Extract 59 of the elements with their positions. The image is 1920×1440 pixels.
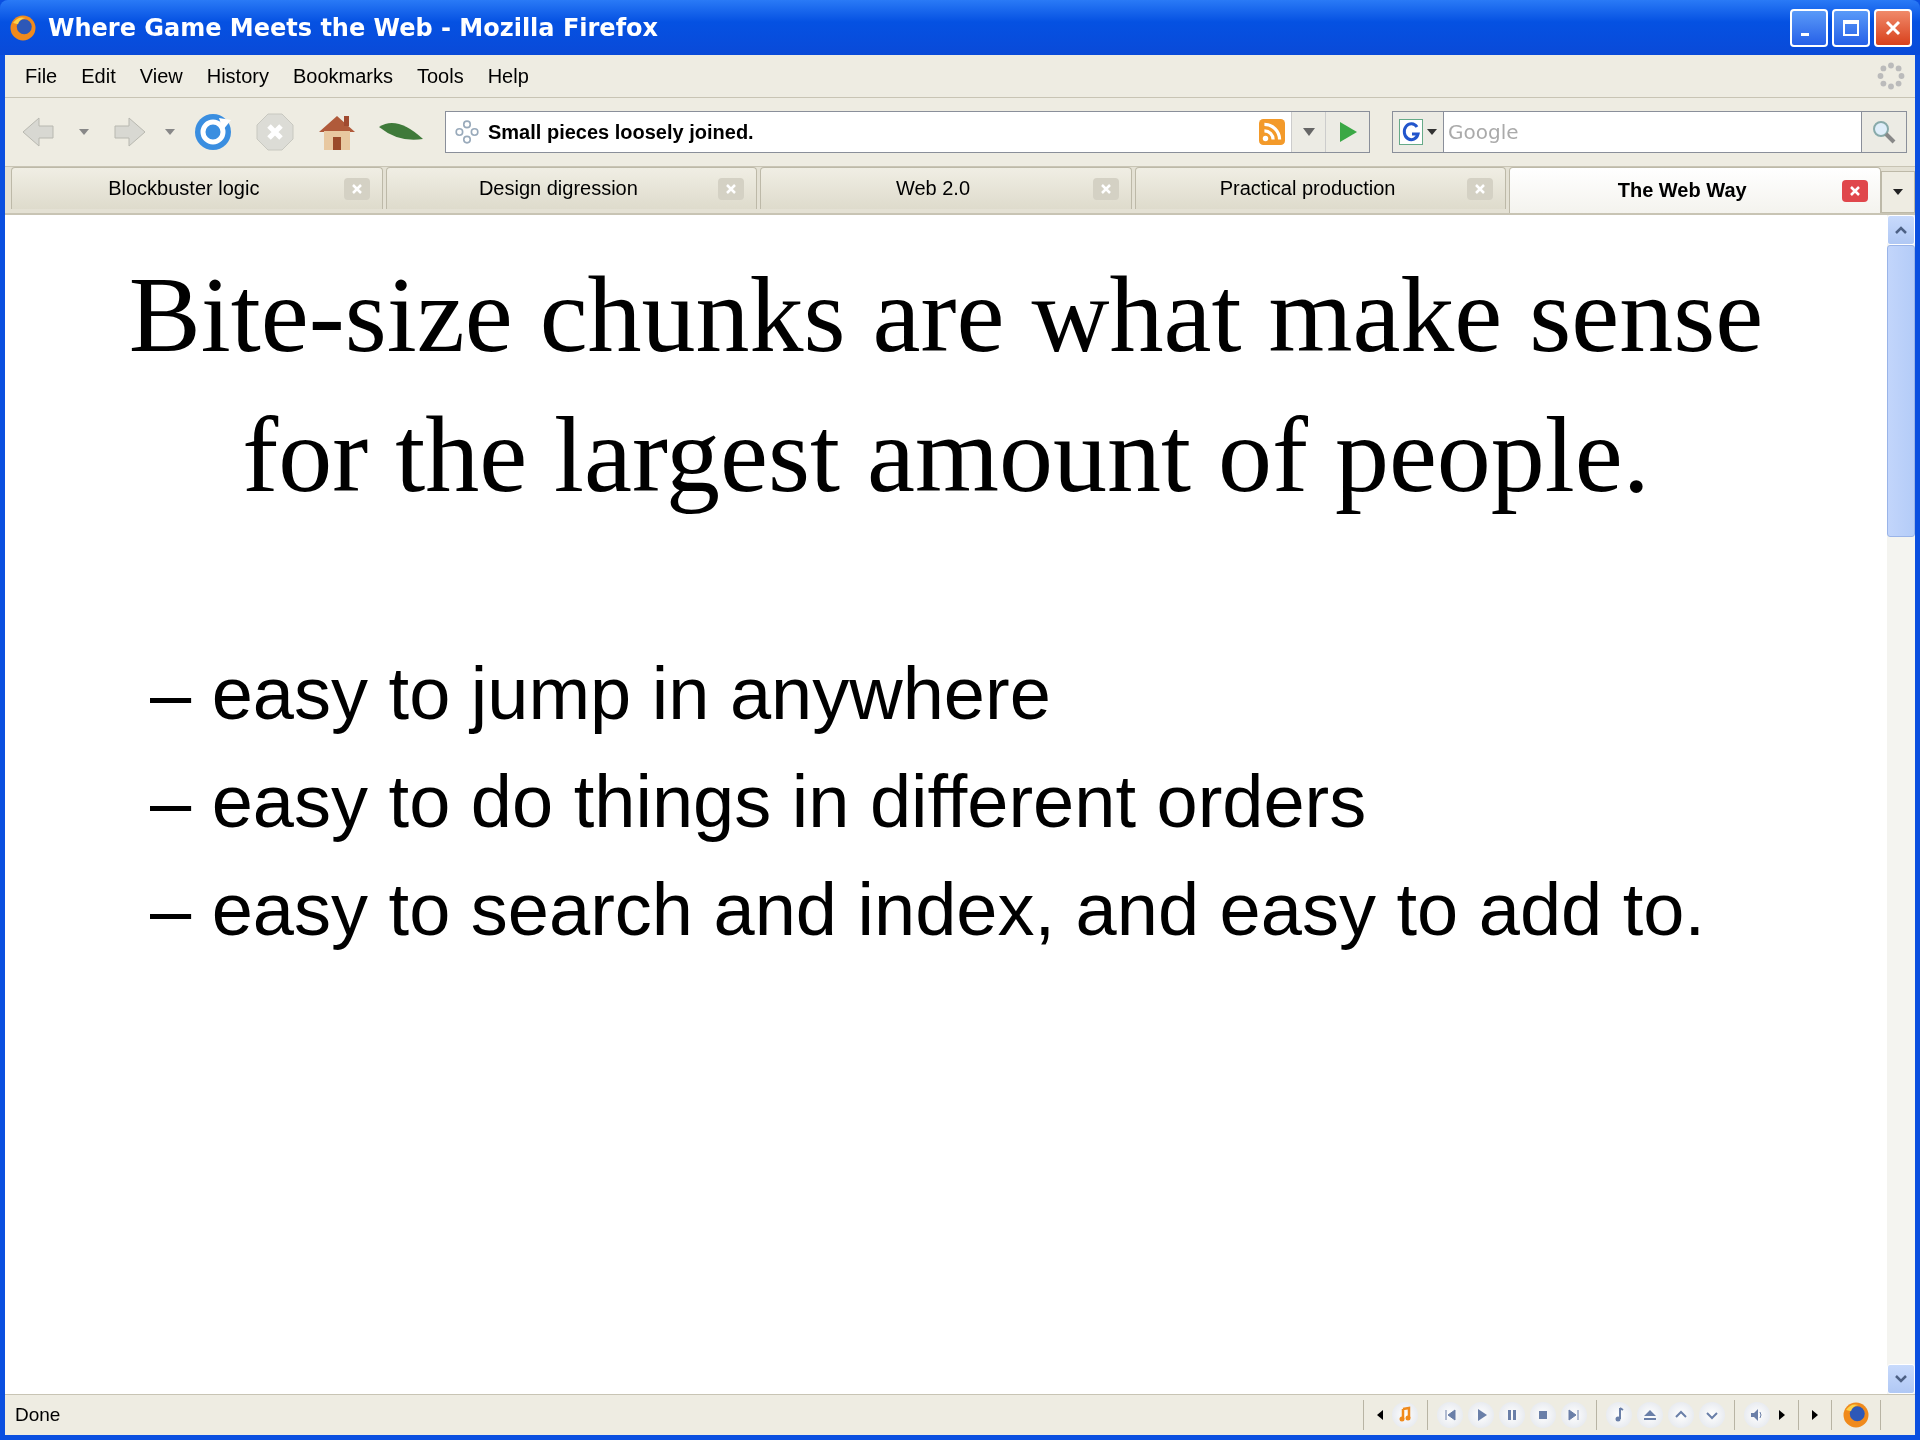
feed-icon[interactable] [1259,119,1285,145]
menu-item[interactable]: Edit [71,60,130,92]
scroll-up-button[interactable] [1887,215,1915,245]
scroll-down-button[interactable] [1887,1364,1915,1394]
engine-icon [1399,119,1423,145]
caret-icon [1427,129,1437,135]
chevron-down-icon [1894,1374,1908,1384]
scroll-thumb[interactable] [1887,245,1915,537]
caret-icon [1893,189,1903,195]
music-note-icon[interactable] [1606,1402,1632,1428]
scrollbar[interactable] [1887,215,1915,1394]
maximize-button[interactable] [1832,8,1870,47]
close-button[interactable] [1874,8,1912,47]
search-icon [1871,119,1897,145]
address-bar[interactable]: Small pieces loosely joined. [445,111,1370,153]
tab[interactable]: Design digression [385,167,758,209]
close-tab-icon[interactable] [1841,179,1868,202]
window-title: Where Game Meets the Web - Mozilla Firefox [48,13,660,42]
stop-icon[interactable] [1530,1402,1556,1428]
throbber-icon [1877,62,1905,90]
minimize-icon [1801,33,1809,36]
music-player-icon[interactable] [1392,1402,1418,1428]
menu-item[interactable]: View [129,60,197,92]
menu-item[interactable]: Help [477,60,543,92]
tab[interactable]: The Web Way [1509,167,1881,213]
menu-item[interactable]: History [196,60,283,92]
site-icon [454,119,480,145]
status-text: Done [15,1404,62,1426]
address-text: Small pieces loosely joined. [488,120,755,144]
bullet-text: – easy to jump in anywhere [150,651,1052,737]
previous-track-icon[interactable] [1437,1402,1463,1428]
bullet-text: – easy to search and index, and easy to add to. [150,867,1707,953]
slide-heading: Bite-size chunks are what make sense for the largest amount of people. [127,254,1765,516]
caret-icon [1302,128,1315,136]
next-track-icon[interactable] [1561,1402,1587,1428]
tab[interactable]: Web 2.0 [760,167,1132,209]
tab[interactable]: Practical production [1134,167,1507,209]
menu-item[interactable]: Tools [406,60,478,92]
eject-icon[interactable] [1637,1402,1663,1428]
go-button[interactable] [1325,112,1369,152]
browser-logo-icon[interactable] [1841,1400,1871,1430]
pause-icon[interactable] [1499,1402,1525,1428]
maximize-icon [1841,17,1861,38]
stop-icon [253,110,297,154]
search-engine-button[interactable] [1392,111,1444,153]
dropdown-button[interactable] [1291,112,1325,152]
tab-list-button[interactable] [1881,171,1915,213]
up-icon[interactable] [1668,1402,1694,1428]
menu-item[interactable]: Bookmarks [282,60,407,92]
bullet-text: – easy to do things in different orders [150,759,1368,845]
down-icon[interactable] [1699,1402,1725,1428]
menu-item[interactable]: File [15,60,72,92]
volume-icon[interactable] [1744,1402,1770,1428]
search-field[interactable]: Google [1444,111,1861,153]
play-icon[interactable] [1468,1402,1494,1428]
minimize-button[interactable] [1790,8,1828,47]
chevron-up-icon [1894,225,1908,235]
tab[interactable]: Blockbuster logic [11,167,383,209]
search-button[interactable] [1861,111,1907,153]
